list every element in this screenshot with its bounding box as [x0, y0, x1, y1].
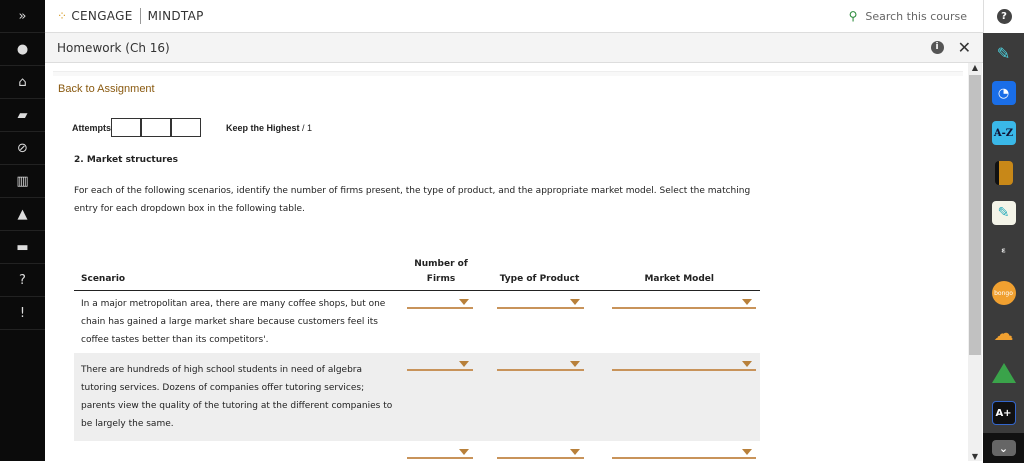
- scenario-text: In a major metropolitan area, there are …: [81, 299, 386, 345]
- market-model-dropdown[interactable]: [598, 291, 760, 354]
- table-row: [74, 441, 760, 461]
- scenario-text: [74, 441, 401, 461]
- more-tools-chevron-icon[interactable]: ⌄: [983, 433, 1024, 463]
- question-title: 2. Market structures: [74, 155, 179, 165]
- table-row: In a major metropolitan area, there are …: [74, 291, 760, 354]
- aplus-icon[interactable]: A+: [983, 393, 1024, 433]
- graduation-cap-icon[interactable]: ▲: [0, 198, 45, 231]
- glossary-az-icon[interactable]: A-Z: [983, 113, 1024, 153]
- number-of-firms-dropdown[interactable]: [401, 353, 481, 441]
- dropdown-arrow-icon: [742, 449, 752, 455]
- onedrive-icon[interactable]: ☁: [983, 313, 1024, 353]
- attempt-box: [111, 118, 142, 137]
- main-content: Back to Assignment Attempts Keep the Hig…: [45, 63, 968, 461]
- cengage-logo[interactable]: ⁘ CENGAGE MINDTAP: [57, 8, 204, 24]
- market-model-dropdown[interactable]: [598, 353, 760, 441]
- notes-icon[interactable]: ✎: [983, 193, 1024, 233]
- dropdown-arrow-icon: [458, 449, 469, 455]
- dropdown-arrow-icon: [458, 361, 469, 367]
- scroll-up-icon[interactable]: ▲: [968, 63, 982, 72]
- attempts-label: Attempts: [72, 122, 112, 133]
- search-course[interactable]: ⚲ Search this course: [849, 9, 967, 23]
- number-of-firms-dropdown[interactable]: [401, 291, 480, 354]
- top-header: ⁘ CENGAGE MINDTAP ⚲ Search this course: [45, 0, 983, 33]
- market-structures-table: Scenario Number of Firms Type of Product…: [74, 255, 760, 461]
- attempt-box: [141, 118, 172, 137]
- header-market-model: Market Model: [598, 255, 760, 291]
- user-icon[interactable]: ●: [0, 33, 45, 66]
- search-label: Search this course: [865, 9, 967, 23]
- rss-icon[interactable]: ◔: [983, 73, 1024, 113]
- question-instructions: For each of the following scenarios, ide…: [74, 186, 751, 214]
- info-icon[interactable]: i: [930, 41, 944, 54]
- dropdown-arrow-icon: [570, 299, 581, 305]
- logo-dots-icon: ⁘: [57, 9, 68, 23]
- brand-text: CENGAGE: [71, 9, 133, 23]
- dropdown-arrow-icon: [742, 299, 752, 305]
- book-icon[interactable]: ▰: [0, 99, 45, 132]
- feedback-icon[interactable]: !: [0, 297, 45, 330]
- dropdown-arrow-icon: [570, 361, 581, 367]
- book-icon[interactable]: [983, 153, 1024, 193]
- highlighter-icon[interactable]: ✎: [983, 33, 1024, 73]
- bongo-icon[interactable]: bongo: [983, 273, 1024, 313]
- type-of-product-dropdown[interactable]: [481, 441, 599, 461]
- header-type-of-product: Type of Product: [480, 255, 599, 291]
- attempt-box: [171, 118, 202, 137]
- scenario-text: There are hundreds of high school studen…: [74, 353, 402, 441]
- readspeaker-icon[interactable]: ᵋ: [983, 233, 1024, 273]
- help-circle-icon: ?: [996, 9, 1012, 24]
- activity-title: Homework (Ch 16): [57, 40, 170, 55]
- product-text: MINDTAP: [147, 9, 204, 23]
- scrollbar-thumb[interactable]: [969, 75, 981, 355]
- app-dock: ✎ ◔ A-Z ✎ ᵋ bongo ☁ A+ ⌄: [983, 33, 1024, 463]
- google-drive-icon[interactable]: [983, 353, 1024, 393]
- type-of-product-dropdown[interactable]: [480, 353, 599, 441]
- close-icon[interactable]: ✕: [958, 38, 971, 57]
- scroll-down-icon[interactable]: ▼: [968, 452, 982, 461]
- home-icon[interactable]: ⌂: [0, 66, 45, 99]
- help-icon[interactable]: ?: [0, 264, 45, 297]
- header-number-of-firms: Number of Firms: [401, 255, 481, 291]
- table-row: There are hundreds of high school studen…: [74, 353, 760, 441]
- dropdown-arrow-icon: [458, 299, 469, 305]
- keep-highest-label: Keep the Highest: [226, 122, 300, 133]
- help-button[interactable]: ?: [983, 0, 1024, 33]
- market-model-dropdown[interactable]: [598, 441, 760, 461]
- expand-sidebar-icon[interactable]: »: [0, 0, 45, 33]
- type-of-product-dropdown[interactable]: [481, 291, 599, 354]
- logo-divider: [139, 8, 141, 24]
- dropdown-arrow-icon: [742, 361, 752, 367]
- keep-highest-value: / 1: [302, 122, 313, 133]
- dropdown-arrow-icon: [570, 449, 581, 455]
- divider: [53, 71, 963, 76]
- attempts-row: Attempts Keep the Highest / 1: [72, 118, 312, 137]
- search-icon: ⚲: [848, 9, 858, 23]
- compass-icon[interactable]: ⊘: [0, 132, 45, 165]
- vertical-scrollbar[interactable]: ▲ ▼: [968, 63, 982, 461]
- left-sidebar: » ● ⌂ ▰ ⊘ ▥ ▲ ▬ ? !: [0, 0, 45, 461]
- back-to-assignment-link[interactable]: Back to Assignment: [58, 83, 155, 95]
- briefcase-icon[interactable]: ▬: [0, 231, 45, 264]
- header-scenario: Scenario: [74, 255, 402, 291]
- open-book-icon[interactable]: ▥: [0, 165, 45, 198]
- activity-titlebar: Homework (Ch 16) i ✕: [45, 33, 983, 63]
- number-of-firms-dropdown[interactable]: [401, 441, 480, 461]
